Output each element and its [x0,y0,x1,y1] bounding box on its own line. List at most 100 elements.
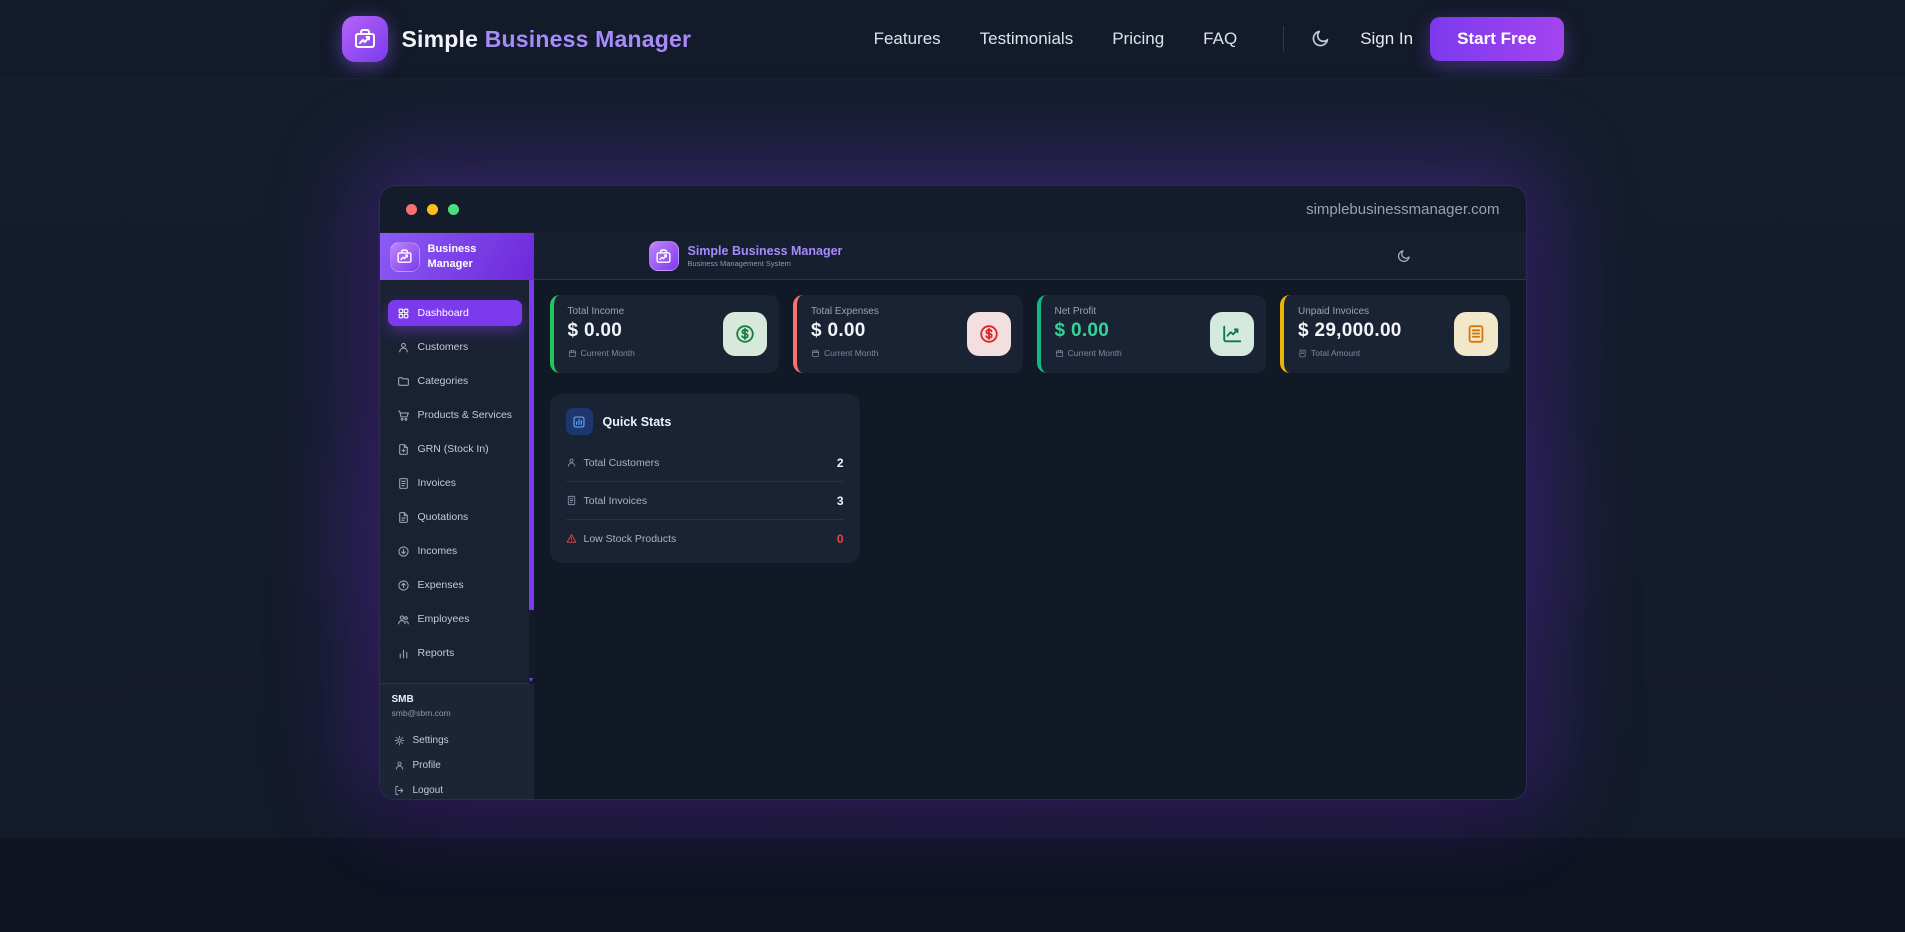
products-icon [397,409,410,422]
user-name: SMB [392,694,522,705]
quick-stat-label: Total Customers [584,457,660,469]
sidebar-item-item[interactable] [388,674,522,683]
sidebar-item-expenses[interactable]: Expenses [388,572,522,598]
nav-link-features[interactable]: Features [874,29,941,49]
file-icon [1298,349,1307,358]
hero-section: simplebusinessmanager.com Business Manag… [0,79,1905,838]
categories-icon [397,375,410,388]
sidebar-item-employees[interactable]: Employees [388,606,522,632]
invoices-icon [397,477,410,490]
app-theme-toggle-button[interactable] [1396,249,1411,264]
maximize-window-dot[interactable] [448,204,459,215]
sidebar-item-label: Invoices [418,477,457,489]
document-icon [1465,323,1487,345]
sidebar-item-quotations[interactable]: Quotations [388,504,522,530]
stat-footnote: Current Month [1068,348,1122,358]
scrollbar-down-arrow-icon[interactable] [529,678,533,682]
brand-icon [396,248,413,265]
sidebar-item-products-services[interactable]: Products & Services [388,402,522,428]
stat-icon-box [967,312,1011,356]
quotations-icon [397,511,410,524]
top-navbar: Simple Business Manager Features Testimon… [0,0,1905,79]
sidebar-item-label: Profile [413,760,441,771]
moon-icon [1396,249,1411,264]
theme-toggle-button[interactable] [1310,29,1330,49]
sidebar-item-customers[interactable]: Customers [388,334,522,360]
sidebar-scrollbar[interactable] [529,280,534,684]
quick-stats-header: Quick Stats [566,396,844,444]
sign-in-link[interactable]: Sign In [1360,29,1413,49]
nav-link-faq[interactable]: FAQ [1203,29,1237,49]
mockup-app: Business Manager Dashboard Customers Cat… [380,232,1526,800]
sidebar-item-grn-stock-in[interactable]: GRN (Stock In) [388,436,522,462]
calendar-icon [1055,349,1064,358]
sidebar-item-label: Expenses [418,579,464,591]
sidebar-item-label: Incomes [418,545,458,557]
sidebar-menu: Dashboard Customers Categories Products … [380,280,534,683]
sidebar-item-label: Dashboard [418,307,469,319]
mockup-browser-bar: simplebusinessmanager.com [380,186,1526,232]
sidebar-item-reports[interactable]: Reports [388,640,522,666]
user-email: smb@sbm.com [392,708,522,718]
close-window-dot[interactable] [406,204,417,215]
trend-chart-icon [1221,323,1243,345]
dollar-circle-icon [978,323,1000,345]
dashboard-content: Total Income $ 0.00 Current Month Total … [534,280,1526,800]
sidebar-item-profile[interactable]: Profile [392,753,522,777]
quick-stat-value: 2 [837,456,844,470]
sidebar-item-label: Reports [418,647,455,659]
mockup-url: simplebusinessmanager.com [1306,201,1499,218]
brand-logo [342,16,388,62]
customers-icon [566,457,577,468]
calendar-icon [568,349,577,358]
nav-link-pricing[interactable]: Pricing [1112,29,1164,49]
app-header-brand: Simple Business Manager Business Managem… [649,241,843,271]
stat-card-unpaid-invoices: Unpaid Invoices $ 29,000.00 Total Amount [1280,295,1510,373]
nav-links: Features Testimonials Pricing FAQ [874,29,1238,49]
stat-card-total-expenses: Total Expenses $ 0.00 Current Month [793,295,1023,373]
sidebar-item-logout[interactable]: Logout [392,778,522,800]
start-free-button[interactable]: Start Free [1430,17,1563,61]
sidebar-user-section: SMB smb@sbm.com Settings Profile Logout [380,683,534,800]
quick-stats-row-total-invoices: Total Invoices 3 [566,482,844,520]
minimize-window-dot[interactable] [427,204,438,215]
sidebar-item-dashboard[interactable]: Dashboard [388,300,522,326]
grn-icon [397,443,410,456]
sidebar-item-label: Quotations [418,511,469,523]
quick-stats-rows: Total Customers 2 Total Invoices 3 Low S… [566,444,844,557]
sidebar-item-settings[interactable]: Settings [392,728,522,752]
sidebar-scrollbar-thumb[interactable] [529,280,534,610]
sidebar-brand[interactable]: Business Manager [380,233,534,280]
quick-stat-value: 0 [837,532,844,546]
stat-icon-box [1454,312,1498,356]
stat-cards-row: Total Income $ 0.00 Current Month Total … [550,295,1510,373]
warning-icon [566,533,577,544]
stat-footnote: Current Month [581,348,635,358]
site-brand[interactable]: Simple Business Manager [342,16,692,62]
quick-stats-row-low-stock-products: Low Stock Products 0 [566,520,844,557]
employees-icon [397,613,410,626]
app-subtitle: Business Management System [688,259,843,268]
moon-icon [1310,29,1330,49]
app-header-logo [649,241,679,271]
nav-link-testimonials[interactable]: Testimonials [980,29,1074,49]
next-page-section [0,838,1905,932]
sidebar-brand-label: Business Manager [428,242,502,271]
logout-icon [394,785,405,796]
stat-icon-box [723,312,767,356]
quick-stat-value: 3 [837,494,844,508]
quick-stat-label: Total Invoices [584,495,648,507]
site-title-secondary: Business Manager [485,26,691,52]
sidebar-item-incomes[interactable]: Incomes [388,538,522,564]
sidebar-item-label: Settings [413,735,449,746]
calendar-icon [811,349,820,358]
quick-stat-label: Low Stock Products [584,533,677,545]
reports-icon [397,647,410,660]
quick-stats-icon-box [566,408,593,435]
sidebar-item-categories[interactable]: Categories [388,368,522,394]
dashboard-icon [397,307,410,320]
quick-stats-title: Quick Stats [603,415,672,429]
brand-icon [353,27,377,51]
chart-square-icon [572,415,586,429]
sidebar-item-invoices[interactable]: Invoices [388,470,522,496]
